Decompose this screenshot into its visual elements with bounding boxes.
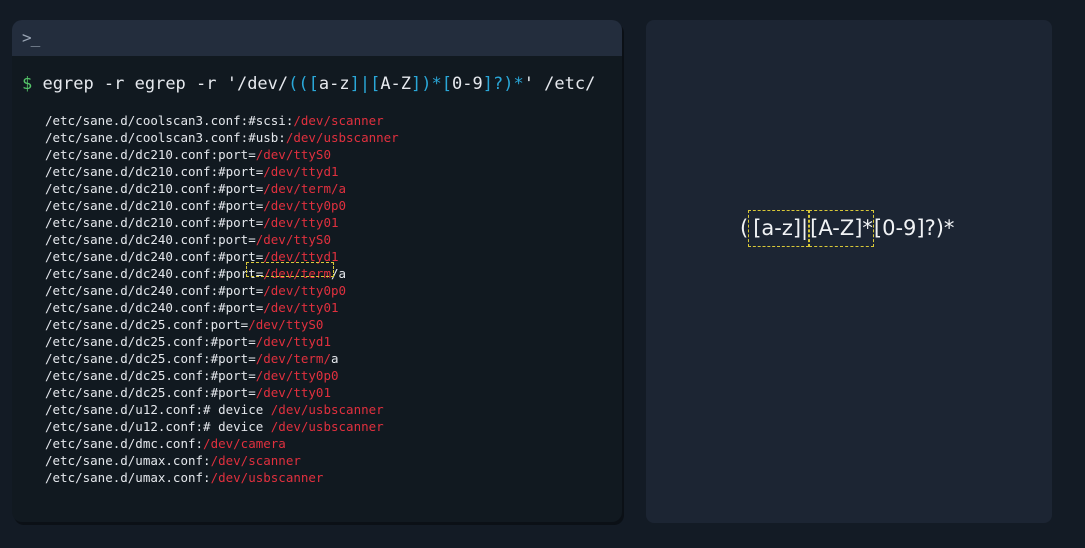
- output-file-path: /etc/sane.d/umax.conf:: [45, 470, 211, 485]
- output-line: /etc/sane.d/dc25.conf:#port=/dev/tty0p0: [45, 368, 339, 383]
- prompt-dollar: $: [22, 74, 33, 94]
- output-file-path: /etc/sane.d/dc210.conf:#port=: [45, 181, 264, 196]
- output-line: /etc/sane.d/dc210.conf:#port=/dev/term/a: [45, 181, 346, 196]
- regex-part: ]: [411, 74, 422, 94]
- output-line: /etc/sane.d/dc25.conf:#port=/dev/tty01: [45, 385, 331, 400]
- output-file-path: /etc/sane.d/dc240.conf:port=: [45, 232, 256, 247]
- output-file-path: /etc/sane.d/coolscan3.conf:#scsi:: [45, 113, 294, 128]
- regex-part: [: [308, 74, 319, 94]
- regex-part: ]: [482, 74, 493, 94]
- regex-part: )*: [421, 74, 442, 94]
- output-file-path: /etc/sane.d/dc210.conf:#port=: [45, 215, 264, 230]
- regex-part: A-Z: [380, 74, 412, 94]
- regex-group-uppercase[interactable]: [A-Z]*: [809, 210, 874, 247]
- output-line: /etc/sane.d/u12.conf:# device /dev/usbsc…: [45, 402, 384, 417]
- output-file-path: /etc/sane.d/dc25.conf:#port=: [45, 334, 256, 349]
- output-file-path: /etc/sane.d/coolscan3.conf:#usb:: [45, 130, 286, 145]
- output-device-match: /dev/ttyS0: [255, 232, 331, 247]
- command-suffix: ' /etc/: [523, 74, 596, 94]
- output-line: /etc/sane.d/dc240.conf:port=/dev/ttyS0: [45, 232, 331, 247]
- output-device-match: /dev/tty0p0: [255, 368, 339, 383]
- command-prefix: egrep -r egrep -r '/dev/: [42, 74, 289, 94]
- output-device-match: /dev/usbscanner: [210, 470, 324, 485]
- output-line: /etc/sane.d/dc240.conf:#port=/dev/tty0p0: [45, 283, 346, 298]
- terminal-header: >_: [12, 20, 622, 56]
- output-line: /etc/sane.d/umax.conf:/dev/scanner: [45, 453, 301, 468]
- regex-part: 0-9: [452, 74, 483, 94]
- output-device-match: /dev/usbscanner: [285, 130, 399, 145]
- output-file-path: /etc/sane.d/u12.conf:# device: [45, 419, 271, 434]
- output-device-match: /dev/ttyd1: [263, 164, 339, 179]
- regex-part: ?)*: [492, 74, 524, 94]
- regex-part: a-z: [318, 74, 350, 94]
- output-line: /etc/sane.d/coolscan3.conf:#usb:/dev/usb…: [45, 130, 399, 145]
- output-line: /etc/sane.d/dc210.conf:#port=/dev/ttyd1: [45, 164, 339, 179]
- output-file-path: /etc/sane.d/dc25.conf:#port=: [45, 368, 256, 383]
- output-file-path: /etc/sane.d/dc240.conf:#port=: [45, 283, 264, 298]
- terminal-output: /etc/sane.d/coolscan3.conf:#scsi:/dev/sc…: [45, 112, 399, 486]
- regex-rest: [0-9]?)*: [873, 216, 955, 240]
- output-line: /etc/sane.d/dc210.conf:#port=/dev/tty0p0: [45, 198, 346, 213]
- output-file-path: /etc/sane.d/dc25.conf:#port=: [45, 351, 256, 366]
- output-file-path: /etc/sane.d/dc210.conf:#port=: [45, 164, 264, 179]
- regex-group-lowercase[interactable]: [a-z]|: [748, 210, 810, 247]
- output-line: /etc/sane.d/dmc.conf:/dev/camera: [45, 436, 286, 451]
- output-file-path: /etc/sane.d/dc25.conf:#port=: [45, 385, 256, 400]
- output-file-path: /etc/sane.d/dc25.conf:port=: [45, 317, 249, 332]
- regex-part: ((: [288, 74, 309, 94]
- regex-part: [: [441, 74, 453, 94]
- output-line: /etc/sane.d/dc240.conf:#port=/dev/tty01: [45, 300, 339, 315]
- regex-visualization: ([a-z]|[A-Z]*[0-9]?)*: [740, 210, 954, 247]
- output-line: /etc/sane.d/dc210.conf:port=/dev/ttyS0: [45, 147, 331, 162]
- output-device-match: /dev/scanner: [293, 113, 384, 128]
- output-device-match: /dev/term/a: [263, 181, 347, 196]
- output-file-path: /etc/sane.d/umax.conf:: [45, 453, 211, 468]
- output-line: /etc/sane.d/coolscan3.conf:#scsi:/dev/sc…: [45, 113, 384, 128]
- output-device-match: /dev/tty0p0: [263, 283, 347, 298]
- output-device-match: /dev/tty0p0: [263, 198, 347, 213]
- output-device-match: /dev/camera: [203, 436, 286, 451]
- output-device-match: /dev/scanner: [210, 453, 301, 468]
- output-device-match: /dev/tty01: [263, 300, 339, 315]
- output-line: /etc/sane.d/dc25.conf:#port=/dev/ttyd1: [45, 334, 331, 349]
- output-file-path: /etc/sane.d/u12.conf:# device: [45, 402, 271, 417]
- output-device-match: /dev/term/: [255, 351, 331, 366]
- output-device-match: /dev/tty01: [263, 215, 339, 230]
- output-device-match: /dev/usbscanner: [270, 419, 384, 434]
- output-line: /etc/sane.d/u12.conf:# device /dev/usbsc…: [45, 419, 384, 434]
- output-file-path: /etc/sane.d/dmc.conf:: [45, 436, 204, 451]
- output-tail: a: [330, 351, 339, 366]
- output-file-path: /etc/sane.d/dc210.conf:port=: [45, 147, 256, 162]
- output-device-match: /dev/ttyS0: [255, 147, 331, 162]
- regex-open-paren: (: [740, 216, 749, 240]
- output-device-match: /dev/ttyS0: [248, 317, 324, 332]
- command-line[interactable]: $ egrep -r egrep -r '/dev/(([a-z]|[A-Z])…: [22, 74, 595, 94]
- terminal-window[interactable]: >_ $ egrep -r egrep -r '/dev/(([a-z]|[A-…: [12, 20, 622, 522]
- output-device-match: /dev/tty01: [255, 385, 331, 400]
- output-line: /etc/sane.d/dc25.conf:#port=/dev/term/a: [45, 351, 339, 366]
- regex-visualizer-panel: ([a-z]|[A-Z]*[0-9]?)*: [646, 20, 1052, 523]
- output-line: /etc/sane.d/dc210.conf:#port=/dev/tty01: [45, 215, 339, 230]
- output-line: /etc/sane.d/dc25.conf:port=/dev/ttyS0: [45, 317, 323, 332]
- output-file-path: /etc/sane.d/dc240.conf:#port=: [45, 266, 264, 281]
- output-device-match: /dev/ttyd1: [255, 334, 331, 349]
- terminal-prompt-icon: >_: [22, 28, 40, 47]
- regex-part: ]|[: [349, 74, 381, 94]
- output-line: /etc/sane.d/umax.conf:/dev/usbscanner: [45, 470, 323, 485]
- output-file-path: /etc/sane.d/dc240.conf:#port=: [45, 300, 264, 315]
- output-file-path: /etc/sane.d/dc240.conf:#port=: [45, 249, 264, 264]
- output-device-match: /dev/usbscanner: [270, 402, 384, 417]
- output-file-path: /etc/sane.d/dc210.conf:#port=: [45, 198, 264, 213]
- match-highlight-box: [246, 262, 334, 277]
